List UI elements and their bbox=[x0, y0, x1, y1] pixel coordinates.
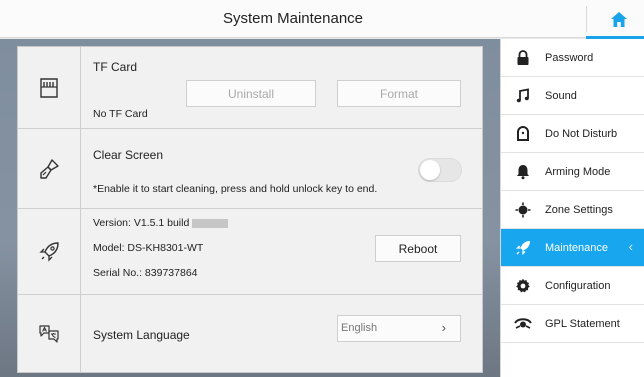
sidebar-item-arming-mode[interactable]: Arming Mode bbox=[501, 153, 644, 191]
sidebar-item-label: Do Not Disturb bbox=[545, 127, 618, 140]
do-not-disturb-icon bbox=[511, 124, 535, 144]
clear-screen-title: Clear Screen bbox=[93, 148, 164, 162]
system-language-row: System Language English › bbox=[18, 295, 482, 373]
lock-icon bbox=[511, 48, 535, 68]
clear-screen-toggle[interactable] bbox=[418, 158, 462, 182]
gpl-eye-icon bbox=[511, 314, 535, 334]
uninstall-button[interactable]: Uninstall bbox=[186, 80, 316, 107]
toggle-knob bbox=[420, 160, 440, 180]
page-title: System Maintenance bbox=[222, 10, 364, 27]
sidebar-item-label: GPL Statement bbox=[545, 317, 620, 330]
language-icon bbox=[39, 325, 59, 343]
sidebar-item-zone-settings[interactable]: Zone Settings bbox=[501, 191, 644, 229]
chevron-left-icon: ‹ bbox=[628, 239, 633, 254]
language-selected-value: English bbox=[341, 322, 378, 334]
version-label: Version: V1.5.1 build bbox=[93, 217, 190, 229]
reboot-button[interactable]: Reboot bbox=[375, 235, 461, 262]
rocket-icon bbox=[511, 238, 535, 258]
sidebar-item-password[interactable]: Password bbox=[501, 39, 644, 77]
tf-card-row: TF Card No TF Card Uninstall Format bbox=[18, 47, 482, 129]
clear-screen-description: *Enable it to start cleaning, press and … bbox=[93, 183, 378, 195]
sidebar-item-do-not-disturb[interactable]: Do Not Disturb bbox=[501, 115, 644, 153]
tf-card-title: TF Card bbox=[93, 60, 138, 74]
sd-card-icon bbox=[40, 77, 58, 98]
sidebar-item-gpl-statement[interactable]: GPL Statement bbox=[501, 305, 644, 343]
maintenance-panel: TF Card No TF Card Uninstall Format Clea… bbox=[17, 46, 483, 373]
main-content: TF Card No TF Card Uninstall Format Clea… bbox=[0, 39, 500, 377]
bell-icon bbox=[511, 162, 535, 182]
sidebar-item-label: Zone Settings bbox=[545, 203, 613, 216]
gear-icon bbox=[511, 276, 535, 296]
sidebar-item-label: Maintenance bbox=[545, 241, 608, 254]
sidebar-item-configuration[interactable]: Configuration bbox=[501, 267, 644, 305]
redacted-build bbox=[192, 218, 229, 228]
device-info-icon-cell bbox=[18, 209, 81, 294]
sidebar-item-sound[interactable]: Sound bbox=[501, 77, 644, 115]
rocket-icon bbox=[39, 241, 59, 262]
home-button[interactable] bbox=[604, 5, 634, 33]
title-bar: System Maintenance bbox=[0, 0, 644, 38]
divider bbox=[586, 6, 587, 32]
language-select[interactable]: English › bbox=[337, 315, 461, 342]
system-language-title: System Language bbox=[93, 328, 190, 342]
sidebar-item-label: Configuration bbox=[545, 279, 611, 292]
sidebar-item-maintenance[interactable]: Maintenance ‹ bbox=[501, 229, 644, 267]
model-text: Model: DS-KH8301-WT bbox=[93, 242, 204, 254]
format-button[interactable]: Format bbox=[337, 80, 461, 107]
tf-card-status: No TF Card bbox=[93, 108, 148, 120]
music-note-icon bbox=[511, 86, 535, 106]
serial-number-text: Serial No.: 839737864 bbox=[93, 267, 198, 279]
sidebar-item-label: Password bbox=[545, 51, 594, 64]
brush-icon bbox=[40, 158, 59, 179]
home-icon bbox=[611, 11, 627, 27]
sidebar-item-label: Sound bbox=[545, 89, 577, 102]
settings-sidebar: Password Sound Do Not Disturb Arming Mod… bbox=[500, 39, 644, 377]
zone-target-icon bbox=[511, 200, 535, 220]
clear-screen-icon-cell bbox=[18, 129, 81, 208]
language-icon-cell bbox=[18, 295, 81, 373]
tf-card-icon-cell bbox=[18, 47, 81, 128]
sidebar-item-label: Arming Mode bbox=[545, 165, 611, 178]
chevron-right-icon: › bbox=[441, 320, 446, 335]
clear-screen-row: Clear Screen *Enable it to start cleanin… bbox=[18, 129, 482, 209]
version-text: Version: V1.5.1 build bbox=[93, 217, 229, 229]
device-info-row: Version: V1.5.1 build Model: DS-KH8301-W… bbox=[18, 209, 482, 295]
